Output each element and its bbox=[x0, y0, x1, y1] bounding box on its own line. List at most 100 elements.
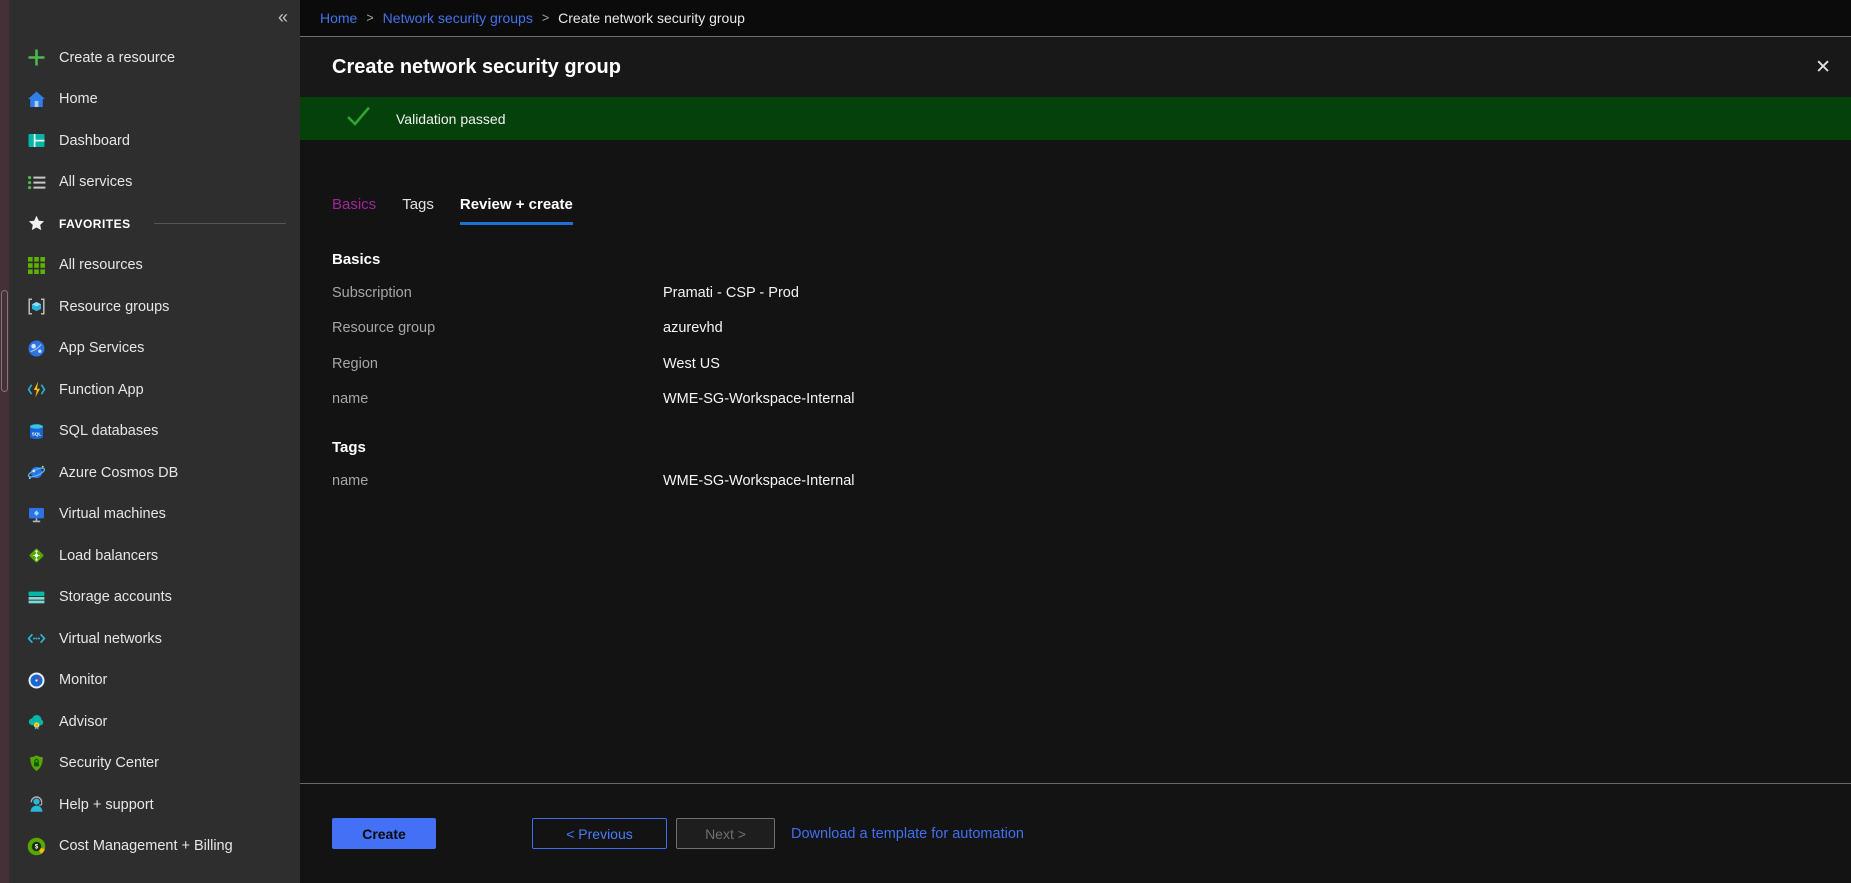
plus-icon bbox=[26, 48, 46, 68]
tab-bar: Basics Tags Review + create bbox=[332, 196, 1851, 225]
sidebar-item-security-center[interactable]: Security Center bbox=[0, 743, 300, 785]
monitor-icon bbox=[26, 670, 46, 690]
page-title: Create network security group bbox=[332, 56, 1809, 79]
sidebar-item-all-services[interactable]: All services bbox=[0, 162, 300, 204]
row-value: Pramati - CSP - Prod bbox=[663, 285, 799, 301]
breadcrumb-separator: > bbox=[366, 11, 373, 25]
advisor-icon bbox=[26, 712, 46, 732]
sidebar-item-label: Virtual networks bbox=[59, 631, 162, 647]
validation-message: Validation passed bbox=[396, 111, 505, 127]
review-row-subscription: Subscription Pramati - CSP - Prod bbox=[332, 275, 1851, 311]
virtual-network-icon bbox=[26, 629, 46, 649]
sidebar-favorites-header: FAVORITES bbox=[0, 203, 300, 245]
sidebar-item-label: Resource groups bbox=[59, 299, 169, 315]
favorites-label: FAVORITES bbox=[59, 217, 131, 231]
row-label: Resource group bbox=[332, 320, 663, 336]
previous-button[interactable]: < Previous bbox=[532, 818, 667, 849]
page-header: Create network security group ✕ bbox=[300, 37, 1851, 97]
sidebar-item-label: Home bbox=[59, 91, 98, 107]
virtual-machine-icon bbox=[26, 504, 46, 524]
sidebar-scrollbar[interactable] bbox=[0, 0, 9, 883]
sidebar-item-label: Dashboard bbox=[59, 133, 130, 149]
star-icon bbox=[26, 214, 46, 234]
sidebar-item-label: Cost Management + Billing bbox=[59, 838, 233, 854]
check-icon bbox=[345, 105, 372, 132]
basics-section-heading: Basics bbox=[332, 251, 1851, 268]
sidebar-item-monitor[interactable]: Monitor bbox=[0, 660, 300, 702]
sidebar-item-label: Monitor bbox=[59, 672, 107, 688]
sidebar-item-label: Advisor bbox=[59, 714, 107, 730]
favorites-divider bbox=[154, 223, 286, 224]
sidebar-item-virtual-machines[interactable]: Virtual machines bbox=[0, 494, 300, 536]
tab-tags[interactable]: Tags bbox=[402, 196, 434, 222]
home-icon bbox=[26, 89, 46, 109]
breadcrumb: Home > Network security groups > Create … bbox=[300, 0, 1851, 37]
storage-account-icon bbox=[26, 587, 46, 607]
tab-basics[interactable]: Basics bbox=[332, 196, 376, 222]
breadcrumb-current: Create network security group bbox=[558, 10, 745, 26]
cost-management-icon: $ bbox=[26, 836, 46, 856]
sidebar-item-label: App Services bbox=[59, 340, 144, 356]
sidebar-item-label: Load balancers bbox=[59, 548, 158, 564]
all-services-icon bbox=[26, 172, 46, 192]
row-value: West US bbox=[663, 356, 720, 372]
dashboard-icon bbox=[26, 131, 46, 151]
tags-row-name: name WME-SG-Workspace-Internal bbox=[332, 463, 1851, 499]
sidebar-item-label: Virtual machines bbox=[59, 506, 166, 522]
sidebar-nav: Create a resource Home Dashboard bbox=[0, 0, 300, 867]
sidebar-item-dashboard[interactable]: Dashboard bbox=[0, 120, 300, 162]
sidebar-item-all-resources[interactable]: All resources bbox=[0, 245, 300, 287]
sidebar-item-label: Function App bbox=[59, 382, 144, 398]
sidebar-item-create-a-resource[interactable]: Create a resource bbox=[0, 37, 300, 79]
review-row-resource-group: Resource group azurevhd bbox=[332, 311, 1851, 347]
sidebar-item-label: All resources bbox=[59, 257, 143, 273]
load-balancer-icon bbox=[26, 546, 46, 566]
sidebar-item-label: Storage accounts bbox=[59, 589, 172, 605]
sidebar-item-storage-accounts[interactable]: Storage accounts bbox=[0, 577, 300, 619]
sidebar-item-resource-groups[interactable]: Resource groups bbox=[0, 286, 300, 328]
download-template-link[interactable]: Download a template for automation bbox=[791, 826, 1024, 842]
sidebar-item-label: Help + support bbox=[59, 797, 154, 813]
sidebar-item-home[interactable]: Home bbox=[0, 79, 300, 121]
footer-action-bar: Create < Previous Next > Download a temp… bbox=[300, 783, 1851, 883]
sidebar-item-load-balancers[interactable]: Load balancers bbox=[0, 535, 300, 577]
sidebar-item-sql-databases[interactable]: SQL SQL databases bbox=[0, 411, 300, 453]
next-button[interactable]: Next > bbox=[676, 818, 775, 849]
row-value: azurevhd bbox=[663, 320, 723, 336]
sidebar-item-label: All services bbox=[59, 174, 132, 190]
sidebar-item-virtual-networks[interactable]: Virtual networks bbox=[0, 618, 300, 660]
validation-banner: Validation passed bbox=[300, 97, 1851, 140]
sidebar-item-label: Azure Cosmos DB bbox=[59, 465, 178, 481]
review-row-name: name WME-SG-Workspace-Internal bbox=[332, 382, 1851, 418]
security-center-icon bbox=[26, 753, 46, 773]
row-value: WME-SG-Workspace-Internal bbox=[663, 473, 855, 489]
sidebar-item-app-services[interactable]: App Services bbox=[0, 328, 300, 370]
row-label: Subscription bbox=[332, 285, 663, 301]
sidebar-item-cost-management-billing[interactable]: $ Cost Management + Billing bbox=[0, 826, 300, 868]
grid-icon bbox=[26, 255, 46, 275]
sidebar: « Create a resource Home Dashboard bbox=[0, 0, 300, 883]
row-label: Region bbox=[332, 356, 663, 372]
tab-review-create[interactable]: Review + create bbox=[460, 196, 573, 225]
resource-groups-icon bbox=[26, 297, 46, 317]
create-button[interactable]: Create bbox=[332, 818, 436, 849]
review-content: Basics Tags Review + create Basics Subsc… bbox=[300, 140, 1851, 783]
close-icon[interactable]: ✕ bbox=[1809, 52, 1837, 83]
breadcrumb-nsg-link[interactable]: Network security groups bbox=[383, 10, 533, 26]
sidebar-collapse-button[interactable]: « bbox=[278, 8, 288, 26]
row-label: name bbox=[332, 391, 663, 407]
sidebar-item-help-support[interactable]: Help + support bbox=[0, 784, 300, 826]
function-app-icon bbox=[26, 380, 46, 400]
scrollbar-thumb[interactable] bbox=[1, 290, 8, 392]
sidebar-item-label: Create a resource bbox=[59, 50, 175, 66]
svg-text:SQL: SQL bbox=[31, 431, 41, 436]
sidebar-item-label: Security Center bbox=[59, 755, 159, 771]
cosmos-db-icon bbox=[26, 463, 46, 483]
main-panel: Home > Network security groups > Create … bbox=[300, 0, 1851, 883]
sidebar-item-function-app[interactable]: Function App bbox=[0, 369, 300, 411]
breadcrumb-home-link[interactable]: Home bbox=[320, 10, 357, 26]
sidebar-item-advisor[interactable]: Advisor bbox=[0, 701, 300, 743]
breadcrumb-separator: > bbox=[542, 11, 549, 25]
row-label: name bbox=[332, 473, 663, 489]
sidebar-item-azure-cosmos-db[interactable]: Azure Cosmos DB bbox=[0, 452, 300, 494]
